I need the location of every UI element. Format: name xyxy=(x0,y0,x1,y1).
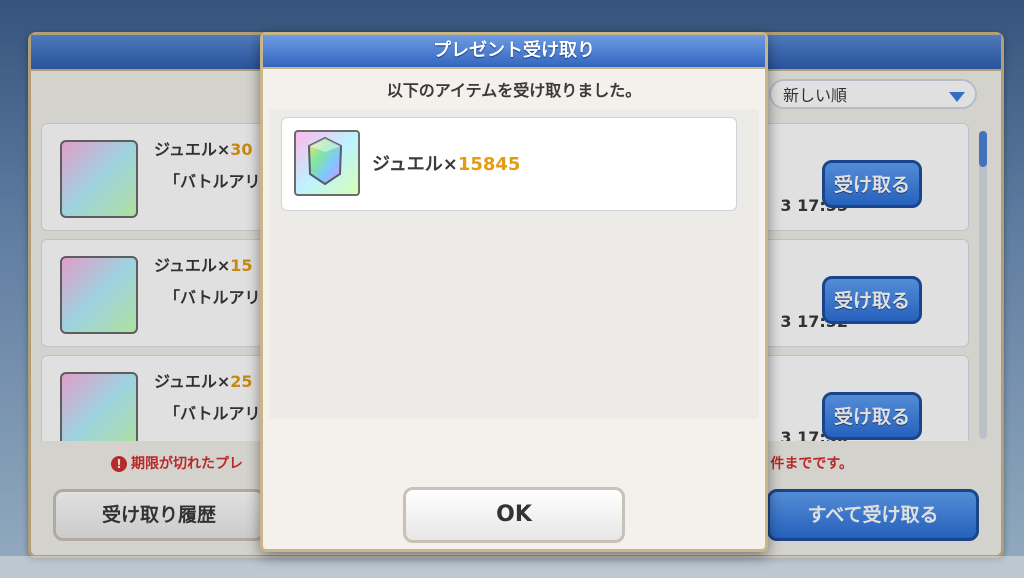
jewel-icon xyxy=(294,130,360,196)
received-item-list: ジュエル×15845 xyxy=(269,109,759,419)
dialog-title: プレゼント受け取り xyxy=(263,35,765,69)
received-item-name: ジュエル×15845 xyxy=(372,154,521,175)
jewel-graphic xyxy=(307,136,343,186)
dialog-message: 以下のアイテムを受け取りました。 xyxy=(386,81,642,100)
ok-button[interactable]: OK xyxy=(403,487,625,543)
received-item: ジュエル×15845 xyxy=(281,117,737,211)
received-dialog: プレゼント受け取り 以下のアイテムを受け取りました。 ジュエル×15845 OK xyxy=(260,32,768,552)
